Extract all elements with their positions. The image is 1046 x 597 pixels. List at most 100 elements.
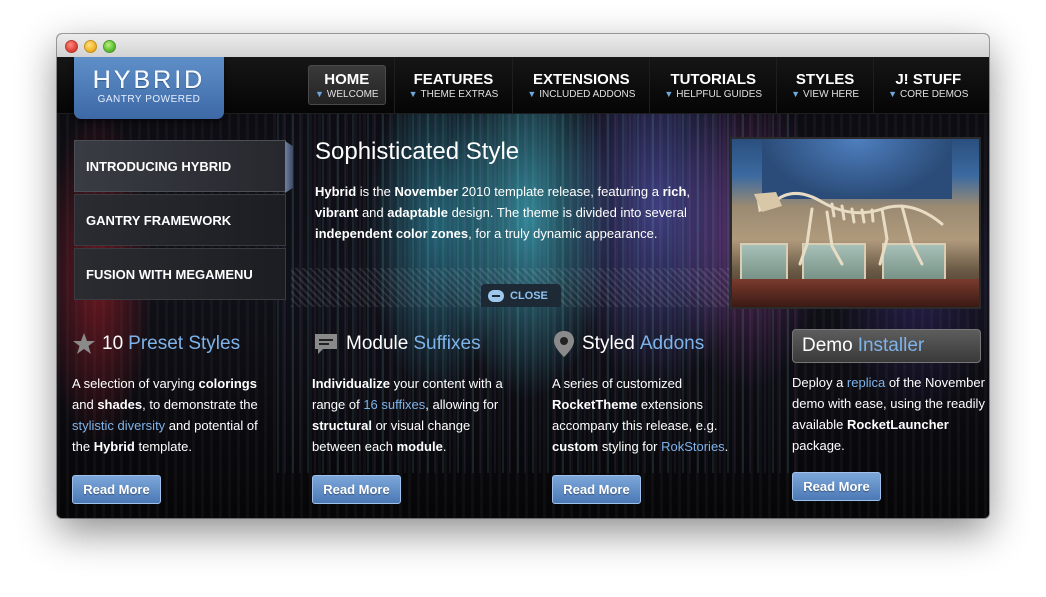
slide-text-part: design. The theme is divided into severa…	[447, 205, 687, 220]
module-text-part: Deploy a	[792, 375, 847, 390]
module-title-accent: Installer	[857, 335, 925, 356]
chevron-down-icon: ▼	[664, 89, 674, 99]
read-more-button[interactable]: Read More	[792, 472, 881, 501]
close-window-icon[interactable]	[65, 40, 78, 53]
slide-text-part: independent color zones	[315, 226, 469, 241]
module-title: 10 Preset Styles	[72, 327, 240, 361]
nav-item-home[interactable]: HOME ▼ WELCOME	[300, 57, 395, 113]
read-more-button[interactable]: Read More	[552, 475, 641, 504]
nav-label: HOME	[324, 71, 370, 88]
module-text-part: module	[396, 439, 443, 454]
module-text-part: A series of customized	[552, 376, 683, 391]
map-pin-icon	[554, 331, 574, 357]
read-more-button[interactable]: Read More	[312, 475, 401, 504]
tab-fusion-with-megamenu[interactable]: FUSION WITH MEGAMENU	[74, 248, 286, 300]
nav-item-j-stuff[interactable]: J! STUFF ▼ CORE DEMOS	[874, 57, 982, 113]
dinosaur-skeleton-icon	[754, 192, 944, 266]
speech-bubble-icon	[315, 334, 337, 354]
module-body: A series of customized RocketTheme exten…	[552, 373, 752, 457]
floor	[732, 279, 979, 307]
module-title: Module Suffixes	[312, 327, 481, 361]
module-text-part: , to demonstrate the	[142, 397, 258, 412]
module-title-accent: Preset Styles	[128, 333, 241, 354]
inline-link[interactable]: replica	[847, 375, 885, 390]
module-text-part: , allowing for	[425, 397, 499, 412]
module-text-part: RocketLauncher	[846, 417, 949, 432]
module-text-part: A selection of varying	[72, 376, 199, 391]
chevron-down-icon: ▼	[888, 89, 898, 99]
tab-gantry-framework[interactable]: GANTRY FRAMEWORK	[74, 194, 286, 246]
window-titlebar	[57, 34, 989, 58]
inline-link[interactable]: 16 suffixes	[363, 397, 425, 412]
nav-label: TUTORIALS	[670, 71, 756, 88]
nav-sublabel: CORE DEMOS	[900, 89, 969, 100]
module-text-part: Individualize	[312, 376, 391, 391]
nav-item-extensions[interactable]: EXTENSIONS ▼ INCLUDED ADDONS	[513, 57, 651, 113]
inline-link[interactable]: stylistic diversity	[72, 418, 165, 433]
module-text-part: RocketTheme	[552, 397, 638, 412]
slide-text-part: vibrant	[315, 205, 359, 220]
module-title-accent: Suffixes	[413, 333, 481, 354]
module-text-part: shades	[97, 397, 143, 412]
nav-label: STYLES	[795, 71, 855, 88]
slide-text-part: adaptable	[387, 205, 448, 220]
module-text-part: styling for	[598, 439, 662, 454]
slide-text-part: Hybrid	[315, 184, 357, 199]
module-title-text: Demo	[802, 335, 853, 356]
nav-item-features[interactable]: FEATURES ▼ THEME EXTRAS	[395, 57, 514, 113]
inline-link[interactable]: RokStories	[661, 439, 725, 454]
browser-window: HYBRID GANTRY POWERED HOME ▼ WELCOME FEAT…	[57, 34, 989, 518]
close-button[interactable]: CLOSE	[481, 284, 561, 307]
tab-label: INTRODUCING HYBRID	[86, 158, 232, 174]
chevron-down-icon: ▼	[791, 89, 800, 99]
nav-item-styles[interactable]: STYLES ▼ VIEW HERE	[777, 57, 875, 113]
slide-text-part: ,	[686, 184, 691, 199]
tab-label: GANTRY FRAMEWORK	[86, 212, 232, 228]
module-text-part: Hybrid	[93, 439, 135, 454]
zoom-window-icon[interactable]	[103, 40, 116, 53]
chevron-down-icon: ▼	[408, 89, 418, 99]
module-text-part: .	[442, 439, 447, 454]
main-navigation: HOME ▼ WELCOME FEATURES ▼ THEME EXTRAS EXT…	[300, 57, 982, 113]
site-header: HYBRID GANTRY POWERED HOME ▼ WELCOME FEAT…	[57, 57, 989, 119]
module-title-text: Module	[346, 333, 409, 354]
logo-tagline: GANTRY POWERED	[97, 94, 201, 105]
tab-introducing-hybrid[interactable]: INTRODUCING HYBRID	[74, 140, 286, 192]
minus-icon	[488, 289, 504, 302]
nav-sublabel: WELCOME	[326, 89, 379, 100]
tab-label: FUSION WITH MEGAMENU	[86, 266, 253, 282]
module-text-part: package.	[792, 438, 845, 453]
dinosaur-photo	[730, 137, 981, 309]
nav-label: FEATURES	[413, 71, 494, 88]
chevron-down-icon: ▼	[315, 89, 324, 99]
nav-sublabel: INCLUDED ADDONS	[539, 89, 636, 100]
module-text-part: custom	[552, 439, 599, 454]
slide-text-part: rich	[662, 184, 687, 199]
module-title-accent: Addons	[639, 333, 705, 354]
module-body: Deploy a replica of the November demo wi…	[792, 372, 989, 456]
module-title: Styled Addons	[552, 327, 704, 361]
nav-item-tutorials[interactable]: TUTORIALS ▼ HELPFUL GUIDES	[650, 57, 778, 113]
star-icon	[73, 333, 95, 354]
logo-wordmark: HYBRID	[92, 66, 206, 94]
nav-label: EXTENSIONS	[533, 71, 630, 88]
slide-text-part: is the	[356, 184, 395, 199]
slide-text-part: and	[358, 205, 388, 220]
module-text-part: structural	[312, 418, 372, 433]
slide-title: Sophisticated Style	[315, 138, 520, 165]
slide-description: Hybrid is the November 2010 template rel…	[315, 181, 715, 244]
slide-text-part: November	[394, 184, 459, 199]
site-logo[interactable]: HYBRID GANTRY POWERED	[74, 57, 224, 119]
module-text-part: and	[72, 397, 98, 412]
module-text-part: .	[724, 439, 729, 454]
module-title-text: Styled	[582, 333, 635, 354]
minimize-window-icon[interactable]	[84, 40, 97, 53]
module-title-text: 10	[102, 333, 124, 354]
demo-installer-title: Demo Installer	[792, 329, 981, 363]
module-body: Individualize your content with a range …	[312, 373, 512, 457]
slide-text-part: 2010 template release, featuring a	[458, 184, 663, 199]
chevron-down-icon: ▼	[527, 89, 537, 99]
nav-sublabel: THEME EXTRAS	[420, 89, 499, 100]
module-text-part: colorings	[198, 376, 257, 391]
read-more-button[interactable]: Read More	[72, 475, 161, 504]
